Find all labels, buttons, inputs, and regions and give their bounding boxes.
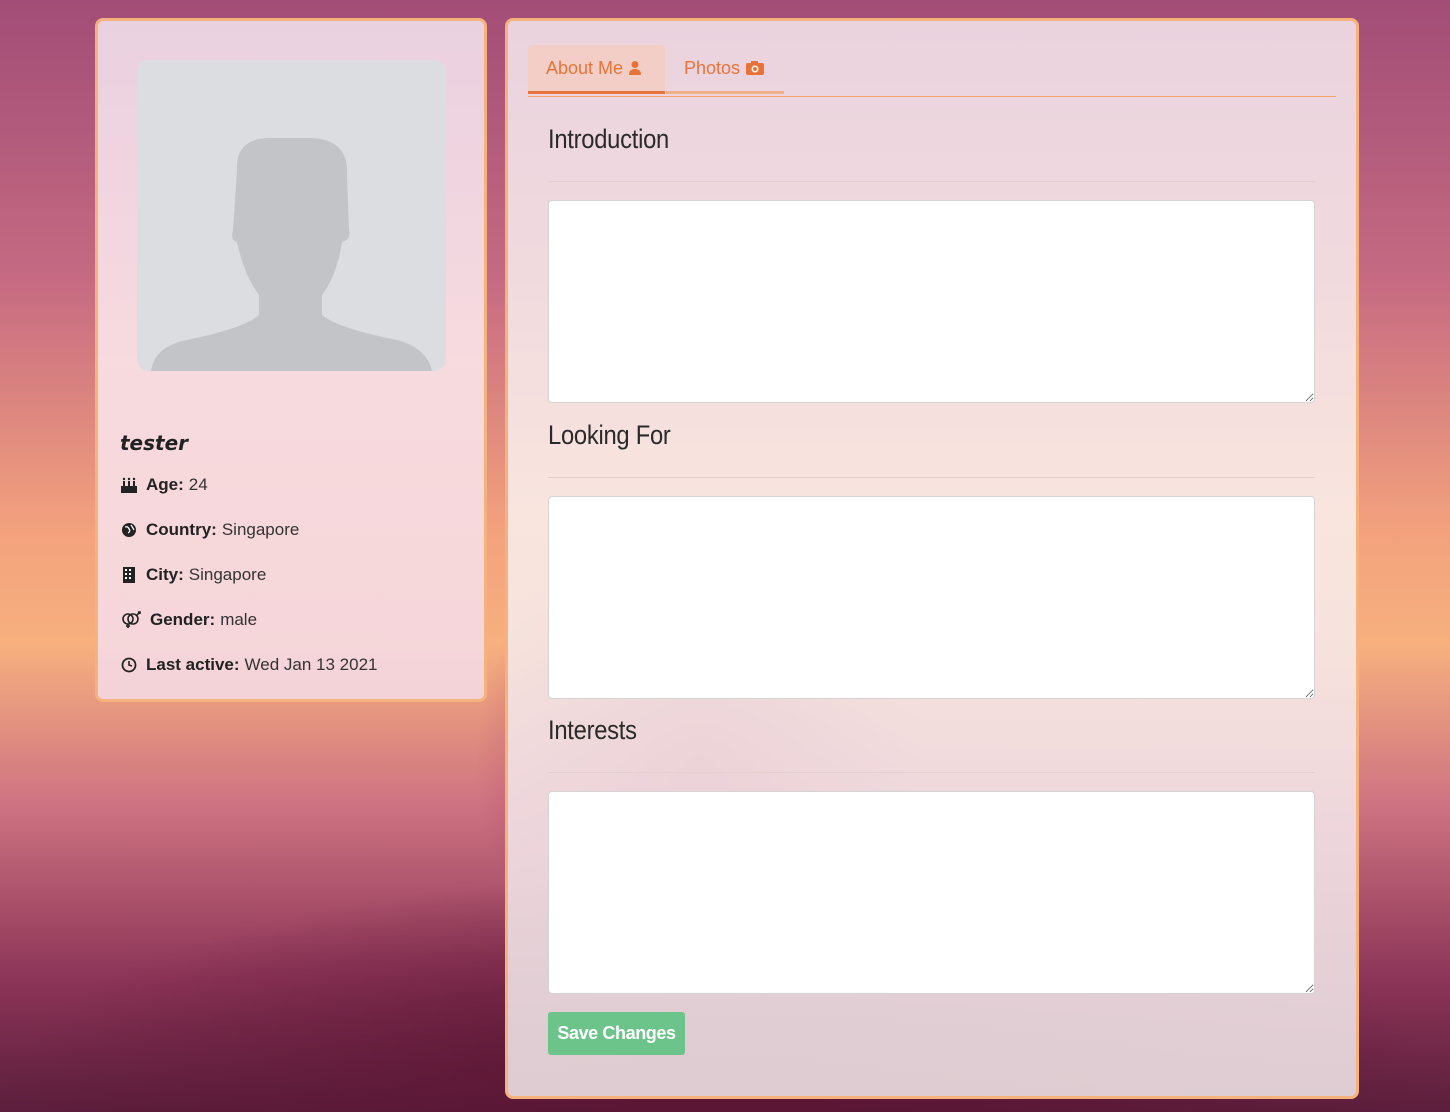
gender-value: male [220, 610, 258, 629]
tab-photos-label: Photos [684, 57, 741, 78]
age-value: 24 [188, 475, 208, 494]
clock-icon [121, 657, 137, 673]
interests-divider [548, 772, 1315, 773]
introduction-divider [548, 181, 1315, 182]
looking-for-title: Looking For [548, 420, 671, 450]
age-row: Age: 24 [120, 475, 208, 495]
building-icon [123, 567, 135, 583]
username: tester [120, 431, 189, 455]
person-silhouette-icon [151, 138, 432, 371]
save-changes-button[interactable]: Save Changes [548, 1012, 685, 1055]
interests-title: Interests [548, 715, 637, 745]
country-value: Singapore [221, 520, 300, 539]
camera-icon [746, 61, 765, 75]
user-icon [629, 61, 642, 75]
country-row: Country: Singapore [120, 520, 299, 540]
age-label: Age: [146, 475, 184, 494]
interests-textarea[interactable] [548, 791, 1315, 994]
last-active-value: Wed Jan 13 2021 [244, 655, 378, 674]
gender-icon [122, 611, 141, 628]
gender-label: Gender: [150, 610, 216, 629]
introduction-textarea[interactable] [548, 200, 1315, 403]
tab-about-me-label: About Me [546, 57, 624, 78]
profile-card: tester Age: 24 Country: Singapore City: … [95, 18, 487, 702]
tab-about-me[interactable]: About Me [528, 45, 665, 94]
tab-photos[interactable]: Photos [666, 45, 784, 94]
city-row: City: Singapore [120, 565, 266, 585]
looking-for-divider [548, 477, 1315, 478]
edit-profile-card: About Me Photos Introduction Looking For… [505, 18, 1359, 1099]
last-active-row: Last active: Wed Jan 13 2021 [120, 655, 378, 675]
city-value: Singapore [188, 565, 267, 584]
city-label: City: [146, 565, 184, 584]
globe-icon [122, 523, 136, 537]
gender-row: Gender: male [120, 610, 257, 630]
country-label: Country: [146, 520, 217, 539]
looking-for-textarea[interactable] [548, 496, 1315, 699]
introduction-title: Introduction [548, 124, 669, 154]
tab-bar: About Me Photos [528, 45, 1336, 97]
birthday-cake-icon [121, 477, 137, 493]
profile-photo [137, 60, 446, 371]
last-active-label: Last active: [146, 655, 240, 674]
